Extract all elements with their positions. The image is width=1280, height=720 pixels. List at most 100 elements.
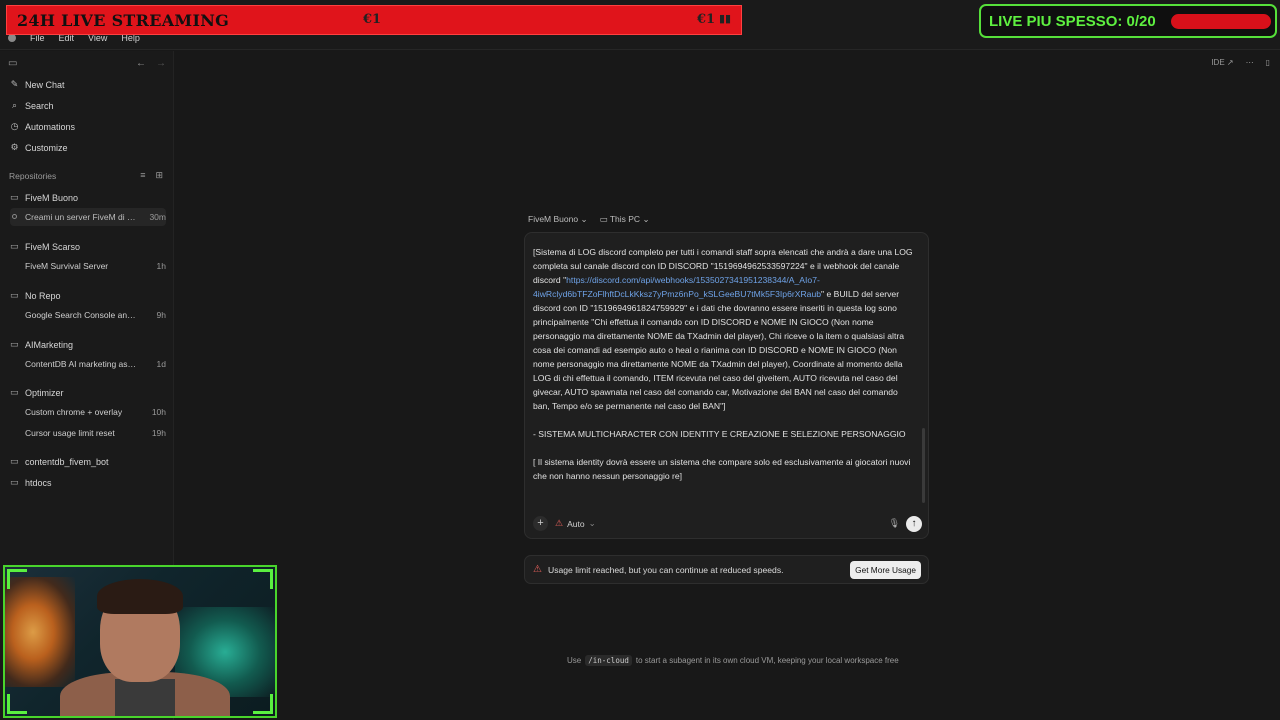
frame-corner [7, 569, 27, 589]
send-button[interactable]: ↑ [906, 516, 922, 532]
chat-time: 19h [151, 428, 166, 438]
repo-contentdb-fivem-bot[interactable]: ▭ contentdb_fivem_bot [10, 456, 109, 467]
cloud-hint: Use /in-cloud to start a subagent in its… [567, 655, 899, 666]
prompt-scrollbar[interactable] [922, 428, 925, 503]
warning-icon: ⚠ [533, 564, 542, 575]
nav-automations-label: Automations [25, 121, 76, 132]
chat-time: 30m [149, 212, 166, 222]
stream-banner: 24H LIVE STREAMING €1 €1 ▮▮ [6, 5, 742, 35]
filter-icon[interactable]: ≡ [140, 170, 145, 181]
project-selector[interactable]: FiveM Buono ⌄ [528, 214, 588, 225]
chat-item[interactable]: ContentDB AI marketing assi... 1d [10, 355, 166, 373]
chat-time: 1d [156, 359, 166, 369]
microphone-icon[interactable]: 🎙 [889, 518, 900, 529]
mode-label: Auto [567, 518, 585, 529]
live-counter-box: LIVE PIU SPESSO: 0/20 [979, 4, 1277, 38]
chat-time: 1h [156, 261, 166, 271]
forward-arrow-icon[interactable]: → [156, 58, 166, 69]
chat-title: ContentDB AI marketing assi... [25, 359, 138, 369]
chat-item[interactable]: Creami un server FiveM di no... 30m [10, 208, 166, 226]
chat-item[interactable]: FiveM Survival Server 1h [10, 257, 166, 275]
repo-name: FiveM Buono [25, 192, 79, 203]
nav-new-chat-label: New Chat [25, 79, 65, 90]
new-chat-icon: ✎ [10, 79, 19, 89]
chat-item[interactable]: Custom chrome + overlay 10h [10, 403, 166, 421]
warning-icon: ⚠ [555, 518, 564, 528]
repo-name: FiveM Scarso [25, 241, 81, 252]
nav-new-chat[interactable]: ✎ New Chat [10, 79, 65, 90]
repo-name: htdocs [25, 477, 52, 488]
prompt-input-box[interactable]: [Sistema di LOG discord completo per tut… [524, 232, 929, 539]
repo-no-repo[interactable]: ▭ No Repo [10, 290, 61, 301]
webcam-light-left [5, 577, 75, 687]
more-icon[interactable]: ⋯ [1246, 58, 1254, 67]
chat-time: 9h [156, 310, 166, 320]
chat-title: Creami un server FiveM di no... [25, 212, 138, 222]
coin-badge-left: €1 [363, 12, 382, 27]
chat-title: Custom chrome + overlay [25, 407, 123, 417]
coin-badge-right: €1 [697, 12, 716, 27]
repo-htdocs[interactable]: ▭ htdocs [10, 477, 52, 488]
get-more-usage-button[interactable]: Get More Usage [850, 561, 921, 579]
location-selector-label: This PC [609, 214, 641, 224]
repo-fivem-scarso[interactable]: ▭ FiveM Scarso [10, 241, 80, 252]
usage-limit-notice: ⚠ Usage limit reached, but you can conti… [524, 555, 929, 584]
live-progress-bar [1171, 14, 1271, 29]
context-selectors: FiveM Buono ⌄ ▭ This PC ⌄ [528, 214, 650, 225]
repo-aimarketing[interactable]: ▭ AIMarketing [10, 339, 73, 350]
stream-title: 24H LIVE STREAMING [17, 11, 230, 30]
app-logo-icon [8, 34, 16, 42]
frame-corner [253, 694, 273, 714]
monitor-icon: ▭ [599, 214, 608, 224]
folder-icon: ▭ [10, 241, 19, 251]
repositories-header: Repositories ≡ ⊞ [9, 170, 163, 181]
prompt-text[interactable]: [Sistema di LOG discord completo per tut… [533, 245, 913, 483]
folder-icon: ▭ [10, 339, 19, 349]
prompt-text-part: " e BUILD del server discord con ID "151… [533, 289, 911, 481]
webcam-person-shirt [115, 679, 175, 716]
chevron-down-icon: ⌄ [580, 214, 588, 224]
folder-icon: ▭ [10, 290, 19, 300]
webcam-person-hair [97, 579, 183, 614]
chevron-down-icon: ⌄ [588, 518, 596, 528]
frame-corner [253, 569, 273, 589]
repo-fivem-buono[interactable]: ▭ FiveM Buono [10, 192, 78, 203]
nav-search-label: Search [25, 100, 54, 111]
chat-item[interactable]: Google Search Console analy... 9h [10, 306, 166, 324]
sidebar-toolbar: ▭ ← → [8, 58, 166, 70]
chat-title: Google Search Console analy... [25, 310, 138, 320]
chat-title: FiveM Survival Server [25, 261, 109, 271]
repo-name: AIMarketing [25, 339, 74, 350]
chevron-down-icon: ⌄ [642, 214, 650, 224]
chat-item[interactable]: Cursor usage limit reset 19h [10, 424, 166, 442]
folder-icon: ▭ [10, 477, 19, 487]
main-toolbar: IDE ↗ ⋯ ▯ [1211, 58, 1270, 67]
prompt-footer: + ⚠ Auto ⌄ 🎙 ↑ [533, 516, 922, 532]
add-attachment-button[interactable]: + [533, 516, 548, 531]
chat-title: Cursor usage limit reset [25, 428, 115, 438]
webhook-link[interactable]: https://discord.com/api/webhooks/1535027… [533, 275, 821, 299]
location-selector[interactable]: ▭ This PC ⌄ [600, 214, 650, 225]
sidebar-toggle-icon[interactable]: ▭ [8, 58, 17, 69]
new-folder-icon[interactable]: ⊞ [155, 170, 163, 181]
panel-toggle-icon[interactable]: ▯ [1266, 58, 1270, 67]
nav-customize[interactable]: ⚙ Customize [10, 142, 68, 153]
clock-icon: ◷ [10, 121, 19, 131]
nav-automations[interactable]: ◷ Automations [10, 121, 75, 132]
hint-text: Use [567, 656, 582, 665]
mode-selector[interactable]: ⚠ Auto ⌄ [555, 518, 596, 529]
repo-optimizer[interactable]: ▭ Optimizer [10, 387, 64, 398]
nav-search[interactable]: ⌕ Search [10, 100, 54, 111]
hint-command: /in-cloud [585, 655, 632, 666]
chat-time: 10h [151, 407, 166, 417]
live-counter-label: LIVE PIU SPESSO: 0/20 [989, 13, 1156, 30]
back-arrow-icon[interactable]: ← [136, 58, 146, 69]
repo-name: No Repo [25, 290, 61, 301]
hint-text: to start a subagent in its own cloud VM,… [635, 656, 899, 665]
nav-customize-label: Customize [25, 142, 68, 153]
folder-icon: ▭ [10, 192, 19, 202]
folder-icon: ▭ [10, 387, 19, 397]
frame-corner [7, 694, 27, 714]
coin-marks: ▮▮ [719, 12, 732, 25]
ide-button[interactable]: IDE ↗ [1211, 58, 1233, 67]
